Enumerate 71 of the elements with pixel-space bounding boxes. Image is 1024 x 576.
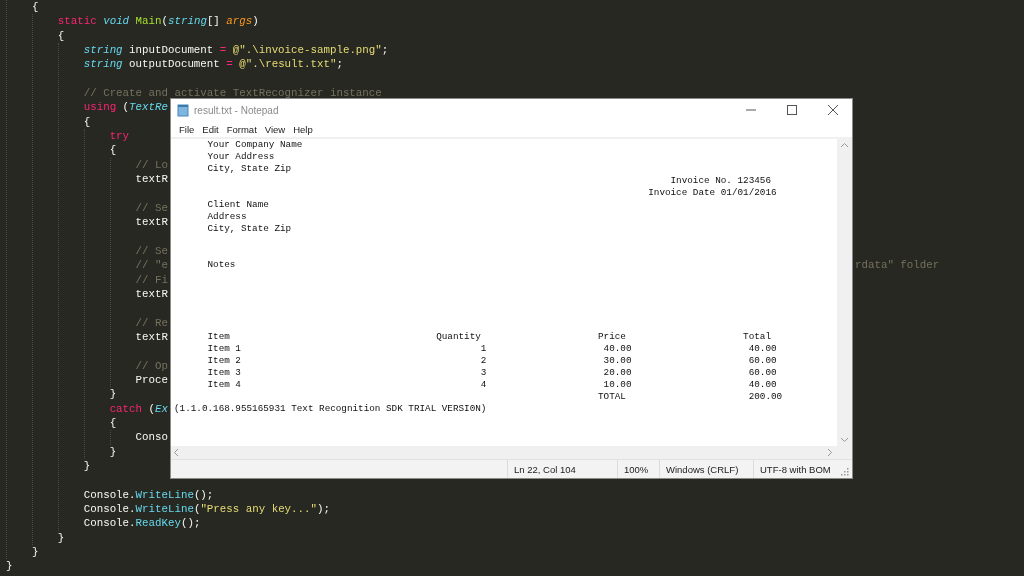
vertical-scrollbar[interactable] <box>837 139 852 446</box>
code-line: // Fi <box>135 273 168 286</box>
text-line: Item 1 1 40.00 40.00 <box>206 343 778 355</box>
close-icon[interactable] <box>828 105 838 115</box>
text-line: TOTAL 200.00 <box>597 391 784 403</box>
scroll-right-icon[interactable] <box>828 449 832 456</box>
text-line: Invoice Date 01/01/2016 <box>647 187 778 199</box>
code-line: { <box>31 1 39 13</box>
text-line: Item Quantity Price Total <box>206 331 772 343</box>
notepad-icon <box>177 103 189 117</box>
code-line: string outputDocument = @".\result.txt"; <box>83 58 343 71</box>
maximize-icon[interactable] <box>787 105 797 115</box>
code-line: } <box>109 445 117 458</box>
text-line: Item 2 2 30.00 60.00 <box>206 355 778 367</box>
menu-item[interactable]: File <box>175 123 199 135</box>
text-line: City, State Zip <box>206 223 293 235</box>
code-line: // Se <box>135 244 168 257</box>
code-line: string inputDocument = @".\invoice-sample.png"; <box>83 44 389 57</box>
code-line: static void Main(string[] args) <box>57 15 259 28</box>
code-line: Console.ReadKey(); <box>83 517 201 530</box>
code-line: { <box>57 29 65 42</box>
code-line: try <box>109 130 130 143</box>
menu-item[interactable]: Format <box>222 123 261 135</box>
menu-item[interactable]: View <box>260 123 290 135</box>
code-line: // Create and activate TextRecognizer instance <box>83 87 382 100</box>
code-line: { <box>109 416 117 429</box>
status-cell: Windows (CRLF) <box>659 460 753 478</box>
text-line: Item 4 4 10.00 40.00 <box>206 379 778 391</box>
scroll-down-icon[interactable] <box>841 438 848 442</box>
code-line: // Lo <box>135 158 168 171</box>
menu-item[interactable]: Edit <box>198 123 223 135</box>
status-cell: UTF-8 with BOM <box>753 460 837 478</box>
code-line: Console.WriteLine("Press any key..."); <box>83 503 330 516</box>
code-line: // Se <box>135 201 168 214</box>
horizontal-scrollbar[interactable] <box>171 446 852 459</box>
code-line: textR <box>135 330 168 343</box>
code-line: } <box>57 531 65 544</box>
text-line: City, State Zip <box>206 163 293 175</box>
code-line: } <box>109 388 117 401</box>
code-line: // Re <box>135 316 168 329</box>
scroll-left-icon[interactable] <box>174 449 178 456</box>
text-line: Client Name <box>206 199 270 211</box>
code-line: // "e <box>135 259 168 272</box>
code-line: textR <box>135 216 168 229</box>
code-line: { <box>83 115 91 128</box>
text-line: Address <box>206 211 248 223</box>
code-line: Conso <box>135 431 168 444</box>
resize-grip-icon[interactable] <box>841 468 849 476</box>
text-line: Your Company Name <box>206 139 304 151</box>
status-cell: 100% <box>617 460 659 478</box>
code-line: { <box>109 144 117 157</box>
code-line: catch (Ex <box>109 402 168 415</box>
menu-item[interactable]: Help <box>289 123 317 135</box>
status-cell: Ln 22, Col 104 <box>507 460 617 478</box>
code-line: } <box>6 560 13 573</box>
code-line: using (TextRe <box>83 101 168 114</box>
code-line: Console.WriteLine(); <box>83 488 214 501</box>
code-line: Proce <box>135 373 168 386</box>
text-line: Notes <box>206 259 237 271</box>
text-line: Your Address <box>206 151 276 163</box>
code-line: textR <box>135 173 168 186</box>
text-line: (1.1.0.168.955165931 Text Recognition SDK TRIAL VERSI0N) <box>174 403 488 415</box>
code-line: rdata" folder <box>855 258 940 273</box>
code-line: } <box>31 546 39 559</box>
text-line: Item 3 3 20.00 60.00 <box>206 367 778 379</box>
code-line: textR <box>135 287 168 300</box>
scroll-up-icon[interactable] <box>841 143 848 147</box>
code-line: } <box>83 460 91 472</box>
text-line: Invoice No. 123456 <box>669 175 772 187</box>
code-line: // Op <box>135 359 168 372</box>
window-title: result.txt - Notepad <box>194 104 280 116</box>
